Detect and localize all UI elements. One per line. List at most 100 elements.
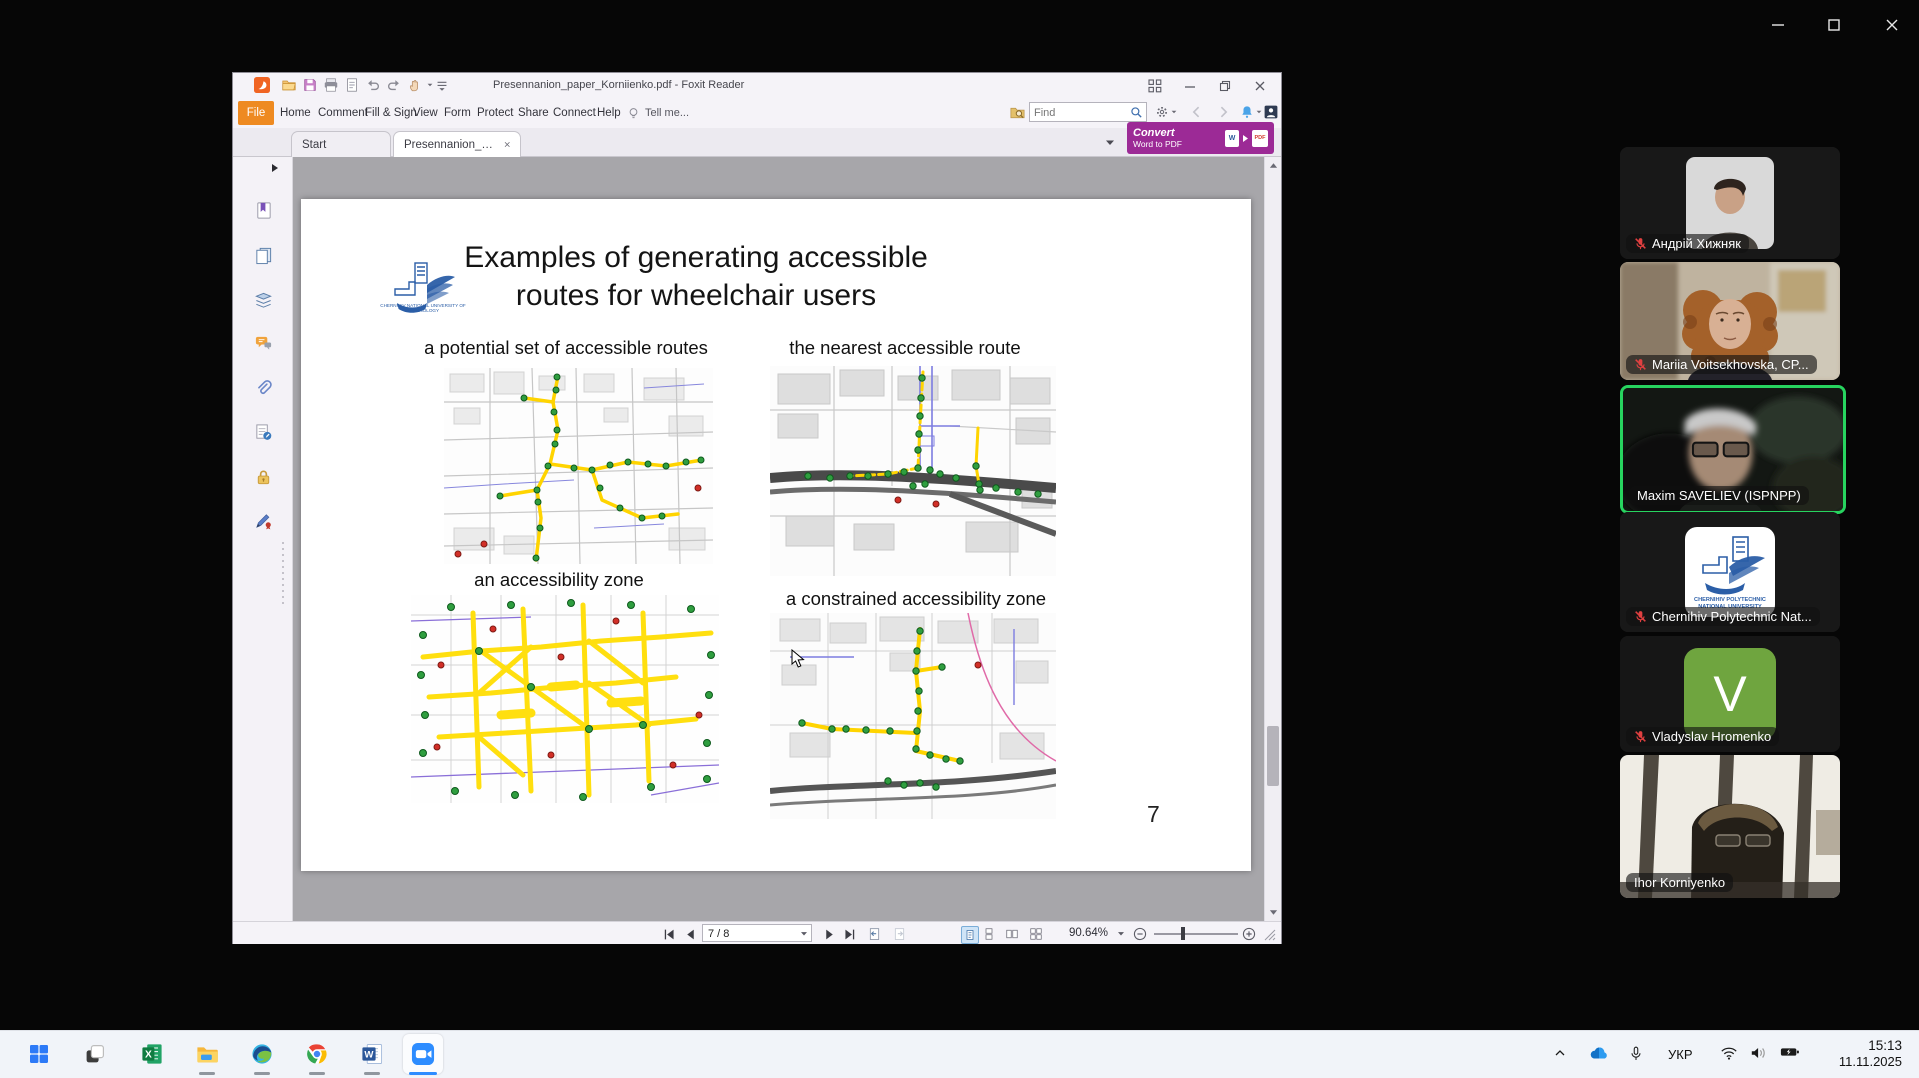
notifications-button[interactable]	[1239, 104, 1263, 120]
menu-share[interactable]: Share	[518, 101, 549, 125]
menu-file-button[interactable]: File	[238, 101, 274, 125]
previous-view-button[interactable]	[866, 926, 882, 942]
continuous-view-button[interactable]	[981, 926, 997, 942]
previous-page-button[interactable]	[682, 926, 698, 942]
tray-volume-button[interactable]	[1750, 1045, 1768, 1061]
panel-bookmarks-button[interactable]	[254, 201, 274, 221]
menu-view[interactable]: View	[413, 101, 438, 125]
zoom-slider-handle[interactable]	[1181, 927, 1185, 940]
zoom-out-button[interactable]	[1132, 926, 1148, 942]
participant-tile-2[interactable]: Mariia Voitsekhovska, CP...	[1620, 262, 1840, 380]
tray-wifi-button[interactable]	[1720, 1045, 1738, 1061]
participant-tile-6[interactable]: Ihor Korniyenko	[1620, 755, 1840, 898]
panel-layers-button[interactable]	[254, 291, 274, 311]
page-number-input[interactable]	[706, 926, 798, 942]
taskbar-word-button[interactable]: W	[352, 1034, 392, 1074]
taskbar-zoom-button[interactable]	[403, 1034, 443, 1074]
vertical-scrollbar[interactable]	[1264, 157, 1281, 921]
save-button[interactable]	[301, 76, 319, 94]
single-page-icon	[964, 929, 976, 941]
participant-name: Maxim SAVELIEV (ISPNPP)	[1637, 488, 1801, 503]
facing-view-button[interactable]	[1004, 926, 1020, 942]
search-folder-icon[interactable]	[1009, 104, 1026, 121]
settings-button[interactable]	[1154, 104, 1178, 120]
foxit-minimize-button[interactable]	[1180, 77, 1200, 94]
panel-resize-grip[interactable]	[281, 539, 287, 609]
zoom-slider-track[interactable]	[1154, 933, 1238, 935]
tell-me-button[interactable]: Tell me...	[626, 101, 689, 125]
meeting-maximize-button[interactable]	[1819, 10, 1849, 40]
taskbar-task-view-button[interactable]	[75, 1034, 115, 1074]
scrollbar-thumb[interactable]	[1267, 726, 1279, 786]
single-page-view-button[interactable]	[961, 926, 979, 944]
next-page-button[interactable]	[821, 926, 837, 942]
history-forward-button[interactable]	[1215, 104, 1231, 120]
meeting-close-button[interactable]	[1877, 10, 1907, 40]
taskbar-edge-button[interactable]	[242, 1034, 282, 1074]
account-button[interactable]	[1263, 104, 1279, 120]
tray-microphone-button[interactable]	[1628, 1045, 1644, 1063]
tab-close-icon[interactable]	[504, 140, 510, 149]
back-arrow-icon	[1189, 104, 1205, 120]
foxit-close-button[interactable]	[1250, 77, 1270, 94]
menu-comment[interactable]: Comment	[318, 101, 368, 125]
panel-comments-button[interactable]	[254, 334, 274, 354]
menu-help[interactable]: Help	[597, 101, 621, 125]
customize-toolbar-button[interactable]	[433, 76, 451, 94]
convert-word-to-pdf-button[interactable]: Convert Word to PDF W PDF	[1127, 122, 1274, 154]
first-page-button[interactable]	[661, 926, 677, 942]
taskbar-chrome-button[interactable]	[297, 1034, 337, 1074]
tray-clock[interactable]: 15:13 11.11.2025	[1806, 1038, 1902, 1070]
menu-form[interactable]: Form	[444, 101, 471, 125]
redo-button[interactable]	[385, 76, 403, 94]
magnifier-icon[interactable]	[1129, 105, 1144, 120]
scroll-up-icon[interactable]	[1269, 161, 1278, 169]
participant-tile-1[interactable]: Андрій Хижняк	[1620, 147, 1840, 259]
panel-attachments-button[interactable]	[254, 379, 274, 399]
menu-protect[interactable]: Protect	[477, 101, 513, 125]
tab-start[interactable]: Start	[291, 131, 391, 157]
tray-battery-button[interactable]	[1780, 1045, 1800, 1059]
tray-show-hidden-button[interactable]	[1552, 1045, 1568, 1061]
participant-tile-5[interactable]: VVladyslav Hromenko	[1620, 636, 1840, 752]
taskbar-excel-button[interactable]: X	[132, 1034, 172, 1074]
tab-list-dropdown-icon[interactable]	[1105, 139, 1115, 147]
tray-onedrive-button[interactable]	[1588, 1045, 1610, 1061]
panel-security-button[interactable]	[254, 468, 274, 488]
meeting-minimize-button[interactable]	[1763, 10, 1793, 40]
participant-tile-3[interactable]: Maxim SAVELIEV (ISPNPP)	[1620, 385, 1846, 514]
document-button[interactable]	[343, 76, 361, 94]
scroll-down-icon[interactable]	[1269, 909, 1278, 917]
taskbar-start-button[interactable]	[19, 1034, 59, 1074]
foxit-logo-button[interactable]	[253, 76, 271, 94]
tray-language-indicator[interactable]: УКР	[1668, 1047, 1693, 1062]
zoom-in-button[interactable]	[1241, 926, 1257, 942]
print-button[interactable]	[322, 76, 340, 94]
taskbar-file-explorer-button[interactable]	[187, 1034, 227, 1074]
participant-tile-4[interactable]: CHERNIHIV POLYTECHNIC NATIONAL UNIVERSIT…	[1620, 512, 1840, 632]
last-page-button[interactable]	[841, 926, 857, 942]
menu-home[interactable]: Home	[280, 101, 311, 125]
open-file-button[interactable]	[280, 76, 298, 94]
next-view-button[interactable]	[891, 926, 907, 942]
muted-mic-icon	[1634, 610, 1647, 623]
foxit-collapse-toolbar-button[interactable]	[1145, 77, 1165, 94]
bell-icon	[1239, 104, 1255, 120]
window-resize-grip[interactable]	[1264, 929, 1276, 941]
menu-fill-sign[interactable]: Fill & Sign	[365, 101, 417, 125]
zoom-dropdown-icon[interactable]	[1117, 931, 1125, 937]
panel-expand-icon[interactable]	[271, 163, 279, 173]
muted-mic-icon	[1634, 237, 1647, 250]
find-input[interactable]	[1032, 104, 1130, 122]
tab-presentation-document[interactable]: Presennanion_paper_K...	[393, 131, 521, 157]
panel-page-thumbnails-button[interactable]	[254, 246, 274, 266]
undo-button[interactable]	[364, 76, 382, 94]
continuous-facing-view-button[interactable]	[1028, 926, 1044, 942]
panel-digital-signatures-button[interactable]	[254, 511, 274, 531]
foxit-restore-button[interactable]	[1215, 77, 1235, 94]
menu-connect[interactable]: Connect	[553, 101, 596, 125]
muted-mic-icon	[1634, 730, 1647, 743]
panel-signature-fields-button[interactable]	[254, 423, 274, 443]
page-dropdown-icon[interactable]	[800, 931, 808, 937]
history-back-button[interactable]	[1189, 104, 1205, 120]
